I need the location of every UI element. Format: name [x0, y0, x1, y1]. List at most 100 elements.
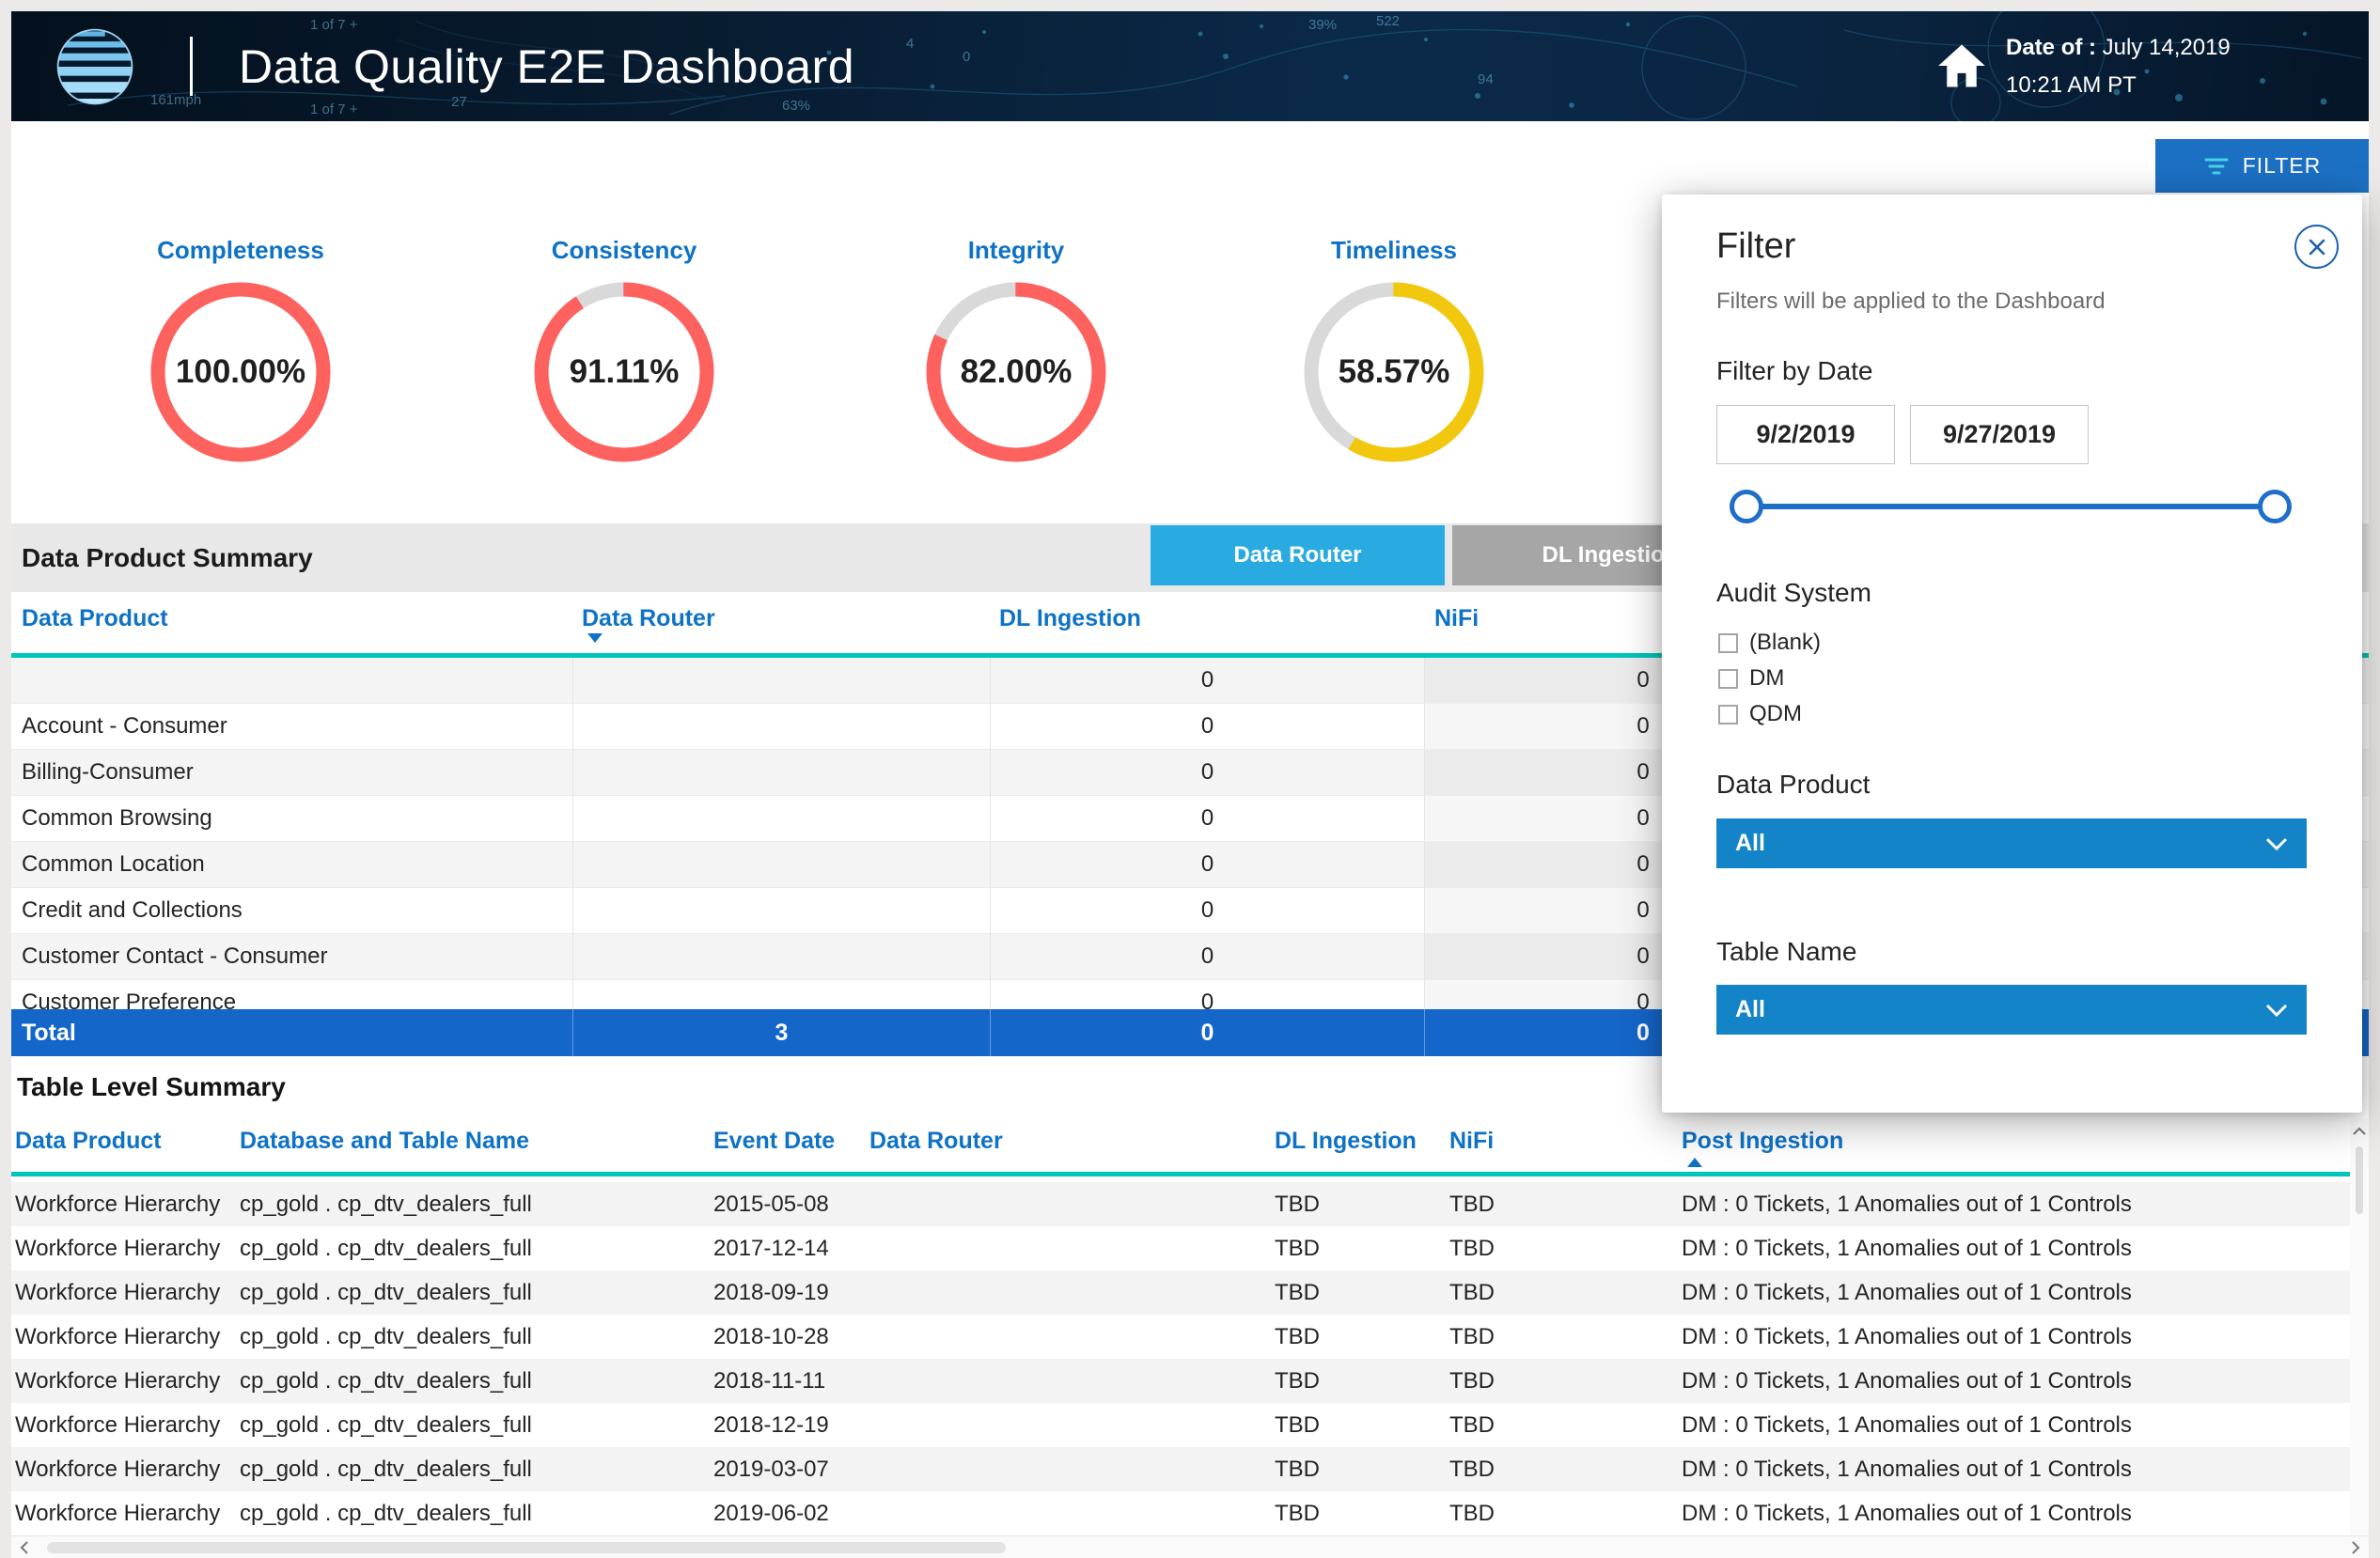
- data-product-selected: All: [1735, 830, 1765, 857]
- tab-data-router[interactable]: Data Router: [1151, 525, 1445, 585]
- cell-post-ingestion: DM : 0 Tickets, 1 Anomalies out of 1 Con…: [1682, 1192, 2369, 1218]
- cell-data-product: Common Browsing: [11, 796, 572, 841]
- filter-button[interactable]: FILTER: [2155, 139, 2369, 193]
- cell-data-product: Customer Contact - Consumer: [11, 934, 572, 979]
- gauge-value: 58.57%: [1300, 278, 1488, 466]
- column-header-data-product[interactable]: Data Product: [15, 1128, 162, 1155]
- cell-dl-ingestion: 0: [990, 750, 1424, 795]
- column-header-event-date[interactable]: Event Date: [713, 1128, 835, 1155]
- column-header-nifi[interactable]: NiFi: [1434, 605, 1479, 632]
- cell-dl-ingestion: TBD: [1275, 1368, 1449, 1394]
- cell-dl-ingestion: 0: [990, 658, 1424, 703]
- column-header-post-ingestion[interactable]: Post Ingestion: [1682, 1128, 1843, 1155]
- cell-data-router: [572, 658, 990, 703]
- cell-dl-ingestion: 0: [990, 888, 1424, 933]
- column-header-table-name[interactable]: Database and Table Name: [240, 1128, 529, 1155]
- table-summary-row[interactable]: Workforce Hierarchycp_gold . cp_dtv_deal…: [11, 1226, 2369, 1270]
- vertical-scrollbar[interactable]: [2350, 1118, 2369, 1535]
- column-header-data-router[interactable]: Data Router: [869, 1128, 1003, 1155]
- table-summary-row[interactable]: Workforce Hierarchycp_gold . cp_dtv_deal…: [11, 1403, 2369, 1447]
- gauge-ring: 82.00%: [922, 278, 1110, 466]
- close-icon[interactable]: [2294, 225, 2339, 269]
- cell-data-router: [572, 934, 990, 979]
- end-date-input[interactable]: 9/27/2019: [1910, 405, 2089, 464]
- table-summary-row[interactable]: Workforce Hierarchycp_gold . cp_dtv_deal…: [11, 1315, 2369, 1359]
- cell-table-name: cp_gold . cp_dtv_dealers_full: [240, 1368, 713, 1394]
- checkbox-label: QDM: [1749, 701, 1802, 727]
- filter-by-date-label: Filter by Date: [1716, 356, 1873, 386]
- scrollbar-thumb[interactable]: [2356, 1146, 2363, 1214]
- checkbox[interactable]: [1718, 705, 1738, 724]
- cell-dl-ingestion: TBD: [1275, 1280, 1449, 1306]
- column-header-data-product[interactable]: Data Product: [22, 605, 168, 632]
- cell-dl-ingestion: 0: [990, 796, 1424, 841]
- chevron-right-icon[interactable]: [2344, 1536, 2367, 1558]
- table-level-summary-title: Table Level Summary: [17, 1072, 286, 1102]
- checkbox-label: DM: [1749, 665, 1784, 692]
- cell-data-product: Credit and Collections: [11, 888, 572, 933]
- gauge-value: 100.00%: [147, 278, 335, 466]
- gauge-ring: 58.57%: [1300, 278, 1488, 466]
- decoration-number: 94: [1478, 71, 1494, 87]
- table-summary-row[interactable]: Workforce Hierarchycp_gold . cp_dtv_deal…: [11, 1182, 2369, 1226]
- cell-event-date: 2018-12-19: [713, 1412, 869, 1439]
- audit-system-label: Audit System: [1716, 578, 1871, 608]
- checkbox[interactable]: [1718, 669, 1738, 689]
- date-label: Date of :: [2006, 35, 2096, 60]
- cell-dl-ingestion: 0: [990, 842, 1424, 887]
- filter-icon: [2203, 153, 2230, 179]
- chevron-left-icon[interactable]: [13, 1536, 36, 1558]
- audit-option-blank[interactable]: (Blank): [1718, 625, 1821, 661]
- total-data-router: 3: [572, 1009, 990, 1056]
- data-product-dropdown[interactable]: All: [1716, 818, 2307, 868]
- slider-handle-end[interactable]: [2258, 490, 2292, 523]
- scrollbar-thumb[interactable]: [47, 1542, 1006, 1553]
- cell-data-router: [572, 980, 990, 1009]
- cell-dl-ingestion: 0: [990, 704, 1424, 749]
- table-summary-row[interactable]: Workforce Hierarchycp_gold . cp_dtv_deal…: [11, 1359, 2369, 1403]
- decoration-number: 1 of 7 +: [310, 101, 357, 117]
- cell-data-router: [572, 888, 990, 933]
- table-summary-row[interactable]: Workforce Hierarchycp_gold . cp_dtv_deal…: [11, 1270, 2369, 1315]
- cell-dl-ingestion: TBD: [1275, 1192, 1449, 1218]
- cell-table-name: cp_gold . cp_dtv_dealers_full: [240, 1280, 713, 1306]
- cell-data-product: Workforce Hierarchy: [11, 1368, 240, 1394]
- table-summary-row[interactable]: Workforce Hierarchycp_gold . cp_dtv_deal…: [11, 1491, 2369, 1535]
- gauge-title: Timeliness: [1281, 236, 1507, 265]
- cell-nifi: TBD: [1449, 1501, 1682, 1527]
- decoration-number: 39%: [1308, 17, 1337, 33]
- date-range-inputs: 9/2/2019 9/27/2019: [1716, 405, 2089, 464]
- filter-panel-subtitle: Filters will be applied to the Dashboard: [1716, 288, 2106, 315]
- decoration-number: 4: [906, 36, 914, 52]
- column-header-data-router[interactable]: Data Router: [582, 605, 715, 632]
- cell-post-ingestion: DM : 0 Tickets, 1 Anomalies out of 1 Con…: [1682, 1368, 2369, 1394]
- cell-event-date: 2018-09-19: [713, 1280, 869, 1306]
- horizontal-scrollbar[interactable]: [11, 1535, 2369, 1558]
- cell-nifi: TBD: [1449, 1368, 1682, 1394]
- column-header-dl-ingestion[interactable]: DL Ingestion: [1275, 1128, 1417, 1155]
- slider-handle-start[interactable]: [1730, 490, 1763, 523]
- cell-data-product: Workforce Hierarchy: [11, 1457, 240, 1483]
- column-header-dl-ingestion[interactable]: DL Ingestion: [999, 605, 1141, 632]
- start-date-input[interactable]: 9/2/2019: [1716, 405, 1895, 464]
- cell-post-ingestion: DM : 0 Tickets, 1 Anomalies out of 1 Con…: [1682, 1501, 2369, 1527]
- cell-event-date: 2017-12-14: [713, 1236, 869, 1262]
- cell-data-router: [572, 704, 990, 749]
- column-header-nifi[interactable]: NiFi: [1449, 1128, 1494, 1155]
- audit-option-dm[interactable]: DM: [1718, 661, 1821, 696]
- checkbox[interactable]: [1718, 633, 1738, 653]
- filter-panel: Filter Filters will be applied to the Da…: [1662, 195, 2362, 1113]
- chevron-up-icon[interactable]: [2348, 1120, 2371, 1143]
- slider-track[interactable]: [1746, 504, 2275, 509]
- table-summary-row[interactable]: Workforce Hierarchycp_gold . cp_dtv_deal…: [11, 1447, 2369, 1491]
- cell-dl-ingestion: TBD: [1275, 1412, 1449, 1439]
- cell-dl-ingestion: 0: [990, 980, 1424, 1009]
- table-name-dropdown[interactable]: All: [1716, 985, 2307, 1035]
- audit-option-qdm[interactable]: QDM: [1718, 696, 1821, 732]
- filter-panel-title: Filter: [1716, 226, 1795, 267]
- header-datetime: Date of : July 14,2019 10:21 AM PT: [2006, 29, 2231, 104]
- home-icon[interactable]: [1936, 42, 1987, 89]
- cell-post-ingestion: DM : 0 Tickets, 1 Anomalies out of 1 Con…: [1682, 1457, 2369, 1483]
- total-dl-ingestion: 0: [990, 1009, 1424, 1056]
- cell-post-ingestion: DM : 0 Tickets, 1 Anomalies out of 1 Con…: [1682, 1236, 2369, 1262]
